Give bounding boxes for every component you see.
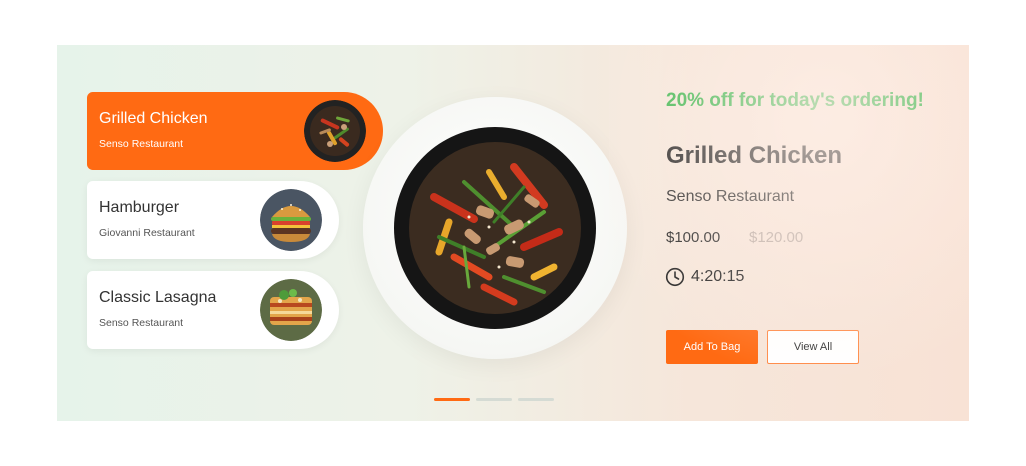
- menu-item-grilled-chicken[interactable]: Grilled Chicken Senso Restaurant: [87, 92, 383, 170]
- menu-item-name: Classic Lasagna: [99, 289, 217, 306]
- clock-icon: [665, 267, 685, 287]
- menu-item-restaurant: Senso Restaurant: [99, 138, 184, 150]
- featured-dish-title: Grilled Chicken: [666, 142, 843, 169]
- discount-offer-text: 20% off for today's ordering!: [666, 90, 924, 111]
- menu-item-hamburger[interactable]: Hamburger Giovanni Restaurant: [87, 181, 339, 259]
- carousel-pagination: [434, 398, 554, 401]
- featured-dish-image: [394, 127, 596, 329]
- menu-item-restaurant: Senso Restaurant: [99, 317, 184, 329]
- countdown-timer: 4:20:15: [691, 268, 745, 285]
- add-to-bag-button[interactable]: Add To Bag: [666, 330, 758, 364]
- pagination-dot-2[interactable]: [476, 398, 512, 401]
- view-all-button[interactable]: View All: [767, 330, 859, 364]
- menu-item-classic-lasagna[interactable]: Classic Lasagna Senso Restaurant: [87, 271, 339, 349]
- menu-item-restaurant: Giovanni Restaurant: [99, 227, 195, 239]
- stir-fry-dish-thumbnail: [304, 100, 366, 162]
- lasagna-thumbnail: [260, 279, 322, 341]
- pagination-dot-1[interactable]: [434, 398, 470, 401]
- food-banner: Grilled Chicken Senso Restaurant Hamburg…: [57, 45, 969, 421]
- menu-item-name: Hamburger: [99, 199, 180, 216]
- hamburger-thumbnail: [260, 189, 322, 251]
- menu-item-name: Grilled Chicken: [99, 110, 208, 127]
- current-price: $100.00: [666, 229, 721, 246]
- original-price: $120.00: [749, 229, 804, 246]
- featured-restaurant-name: Senso Restaurant: [666, 188, 795, 205]
- featured-dish-plate: [363, 97, 627, 359]
- pagination-dot-3[interactable]: [518, 398, 554, 401]
